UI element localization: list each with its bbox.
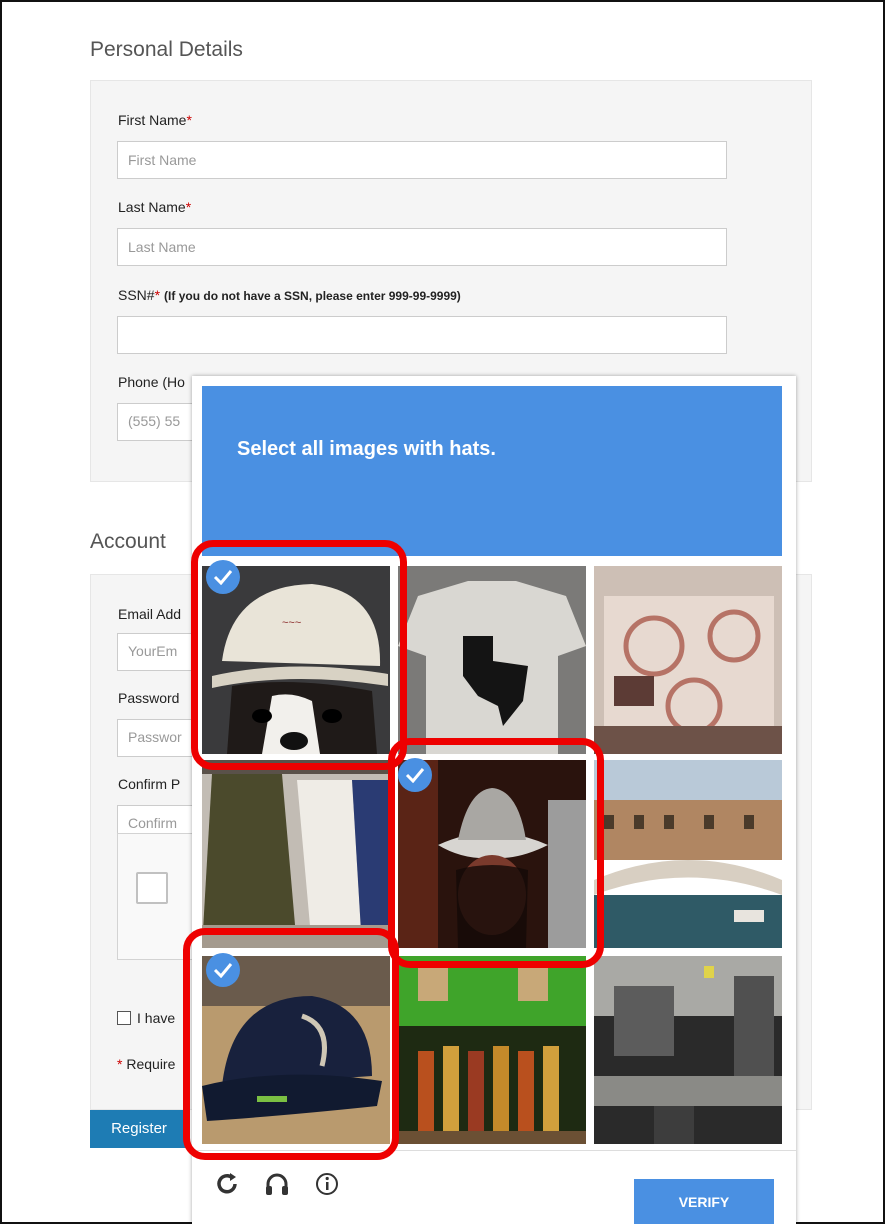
highlight-box-baseball-cap	[183, 928, 399, 1160]
recaptcha-checkbox[interactable]	[136, 872, 168, 904]
email-label: Email Add	[118, 606, 182, 622]
highlight-box-dog-with-cap	[191, 540, 407, 770]
agree-terms-checkbox[interactable]	[117, 1011, 131, 1025]
captcha-tile-texas-tshirt[interactable]	[398, 566, 586, 754]
captcha-tile-patterned-pillow[interactable]	[594, 566, 782, 754]
captcha-tile-bottles-shelf[interactable]	[398, 956, 586, 1144]
phone-label: Phone (Ho	[118, 374, 185, 390]
ssn-label: SSN#* (If you do not have a SSN, please e…	[118, 287, 461, 303]
first-name-label: First Name*	[118, 112, 192, 128]
captcha-tile-kitchen-room[interactable]	[594, 956, 782, 1144]
personal-details-heading: Personal Details	[90, 38, 243, 61]
verify-button[interactable]: VERIFY	[634, 1179, 774, 1224]
captcha-prompt: Select all images with hats.	[237, 438, 496, 460]
last-name-input[interactable]	[117, 228, 727, 266]
ssn-input[interactable]	[117, 316, 727, 354]
required-note: * Require	[117, 1056, 176, 1072]
password-label: Password	[118, 690, 180, 706]
highlight-box-cowboy-hat	[388, 738, 604, 968]
account-heading: Account	[90, 530, 166, 553]
reload-icon[interactable]	[214, 1171, 240, 1203]
agree-terms-text: I have	[137, 1010, 176, 1026]
captcha-tile-venice-canal-bridge[interactable]	[594, 760, 782, 948]
register-button[interactable]: Register	[90, 1110, 188, 1148]
agree-terms-row: I have	[117, 1010, 175, 1026]
last-name-label: Last Name*	[118, 199, 192, 215]
first-name-input[interactable]	[117, 141, 727, 179]
captcha-tile-clothing-rack[interactable]	[202, 760, 390, 948]
captcha-footer: VERIFY	[192, 1150, 796, 1224]
info-icon[interactable]	[314, 1171, 340, 1203]
confirm-password-label: Confirm P	[118, 776, 181, 792]
headphones-icon[interactable]	[264, 1171, 290, 1203]
captcha-header: Select all images with hats.	[202, 386, 782, 556]
